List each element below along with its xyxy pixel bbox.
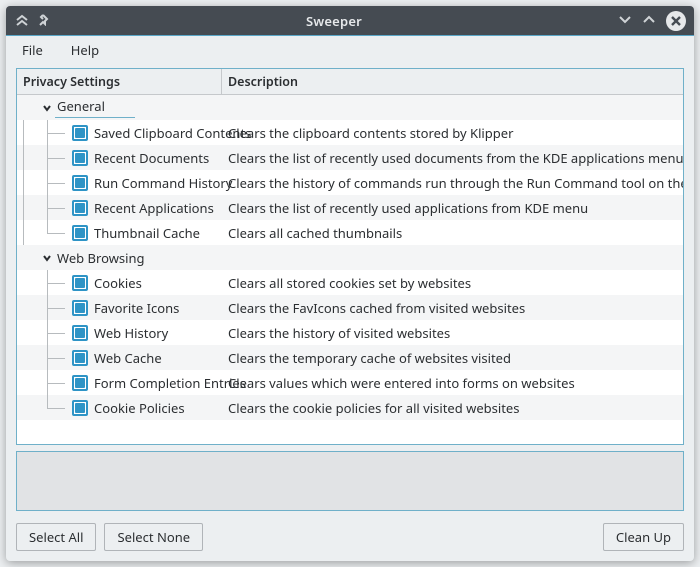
keep-above-icon[interactable] (16, 12, 28, 30)
tree-header: Privacy Settings Description (17, 69, 683, 95)
group-expander-icon[interactable] (39, 100, 55, 116)
privacy-item-label[interactable]: Run Command History (88, 174, 232, 192)
column-header-description[interactable]: Description (222, 69, 683, 94)
group-label[interactable]: Web Browsing (55, 249, 145, 267)
privacy-item-checkbox[interactable] (72, 300, 88, 316)
privacy-item-label[interactable]: Cookie Policies (88, 399, 185, 417)
privacy-item-checkbox[interactable] (72, 325, 88, 341)
privacy-item-description: Clears the history of visited websites (222, 320, 683, 345)
window-title: Sweeper (50, 12, 618, 30)
privacy-item-description: Clears the FavIcons cached from visited … (222, 295, 683, 320)
select-none-button[interactable]: Select None (104, 523, 203, 551)
privacy-item-label[interactable]: Cookies (88, 274, 142, 292)
group-label[interactable]: General (55, 97, 135, 118)
privacy-item-description: Clears the temporary cache of websites v… (222, 345, 683, 370)
privacy-item-checkbox[interactable] (72, 200, 88, 216)
privacy-item-description: Clears the list of recently used applica… (222, 195, 683, 220)
privacy-item-label[interactable]: Thumbnail Cache (88, 224, 200, 242)
privacy-item-checkbox[interactable] (72, 175, 88, 191)
privacy-item-description: Clears the list of recently used documen… (222, 145, 683, 170)
tree-body: GeneralSaved Clipboard ContentsClears th… (17, 95, 683, 444)
group-expander-icon[interactable] (39, 250, 55, 266)
privacy-item-label[interactable]: Recent Documents (88, 149, 209, 167)
privacy-item-description: Clears all stored cookies set by website… (222, 270, 683, 295)
privacy-item-description: Clears all cached thumbnails (222, 220, 683, 245)
clean-up-button[interactable]: Clean Up (603, 523, 684, 551)
close-button[interactable] (666, 11, 686, 31)
privacy-item-checkbox[interactable] (72, 350, 88, 366)
privacy-item-label[interactable]: Form Completion Entries (88, 374, 246, 392)
privacy-item-description: Clears the cookie policies for all visit… (222, 395, 683, 420)
content-area: Privacy Settings Description General Save… (6, 64, 694, 521)
privacy-item-description: Clears the clipboard contents stored by … (222, 120, 683, 145)
privacy-item-label[interactable]: Web Cache (88, 349, 162, 367)
minimize-icon[interactable] (618, 12, 632, 30)
privacy-item-description: Clears values which were entered into fo… (222, 370, 683, 395)
menu-help[interactable]: Help (65, 38, 105, 62)
privacy-item-checkbox[interactable] (72, 150, 88, 166)
app-window: Sweeper File Help Privacy Settings Descr… (6, 6, 694, 561)
privacy-item-label[interactable]: Recent Applications (88, 199, 214, 217)
select-all-button[interactable]: Select All (16, 523, 96, 551)
menubar: File Help (6, 36, 694, 64)
privacy-item-checkbox[interactable] (72, 225, 88, 241)
privacy-item-label[interactable]: Saved Clipboard Contents (88, 124, 251, 142)
maximize-icon[interactable] (642, 12, 656, 30)
column-header-settings[interactable]: Privacy Settings (17, 69, 222, 94)
privacy-tree: Privacy Settings Description General Save… (16, 68, 684, 445)
privacy-item-checkbox[interactable] (72, 400, 88, 416)
titlebar: Sweeper (6, 6, 694, 36)
pin-icon[interactable] (38, 12, 50, 30)
privacy-item-checkbox[interactable] (72, 375, 88, 391)
privacy-item-checkbox[interactable] (72, 125, 88, 141)
privacy-item-label[interactable]: Favorite Icons (88, 299, 179, 317)
output-panel (16, 451, 684, 511)
privacy-item-checkbox[interactable] (72, 275, 88, 291)
button-row: Select All Select None Clean Up (6, 521, 694, 561)
privacy-item-description: Clears the history of commands run throu… (222, 170, 683, 195)
privacy-item-label[interactable]: Web History (88, 324, 168, 342)
menu-file[interactable]: File (16, 38, 49, 62)
